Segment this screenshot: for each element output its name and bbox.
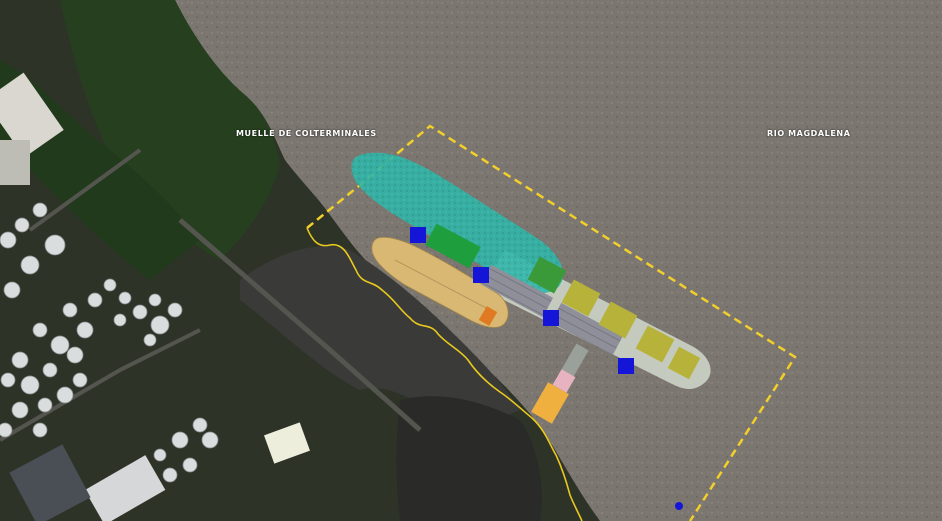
mooring-dolphin-icon <box>410 227 426 243</box>
warehouse-roof <box>0 140 30 185</box>
mooring-dolphin-icon <box>618 358 634 374</box>
storage-tank <box>201 431 219 449</box>
storage-tank <box>0 231 17 249</box>
storage-tank <box>87 292 103 308</box>
storage-tank <box>0 422 13 438</box>
storage-tank <box>62 302 78 318</box>
storage-tank <box>148 293 162 307</box>
storage-tank <box>150 315 170 335</box>
storage-tank <box>56 386 74 404</box>
storage-tank <box>162 467 178 483</box>
mooring-dolphin-icon <box>473 267 489 283</box>
storage-tank <box>3 281 21 299</box>
storage-tank <box>118 291 132 305</box>
storage-tank <box>0 372 16 388</box>
storage-tank <box>182 457 198 473</box>
storage-tank <box>11 351 29 369</box>
storage-tank <box>192 417 208 433</box>
storage-tank <box>113 313 127 327</box>
dock-label: MUELLE DE COLTERMINALES <box>236 129 377 138</box>
storage-tank <box>103 278 117 292</box>
storage-tank <box>32 422 48 438</box>
storage-tank <box>66 346 84 364</box>
storage-tank <box>50 335 70 355</box>
storage-tank <box>14 217 30 233</box>
storage-tank <box>171 431 189 449</box>
site-plan-canvas <box>0 0 942 521</box>
site-plan-map: MUELLE DE COLTERMINALES RIO MAGDALENA <box>0 0 942 521</box>
storage-tank <box>11 401 29 419</box>
storage-tank <box>143 333 157 347</box>
marker-dot <box>675 502 683 510</box>
storage-tank <box>37 397 53 413</box>
storage-tank <box>20 375 40 395</box>
storage-tank <box>42 362 58 378</box>
storage-tank <box>76 321 94 339</box>
storage-tank <box>132 304 148 320</box>
mooring-dolphin-icon <box>543 310 559 326</box>
storage-tank <box>32 202 48 218</box>
storage-tank <box>20 255 40 275</box>
storage-tank <box>44 234 66 256</box>
storage-tank <box>153 448 167 462</box>
storage-tank <box>72 372 88 388</box>
storage-tank <box>167 302 183 318</box>
river-label: RIO MAGDALENA <box>767 129 851 138</box>
storage-tank <box>32 322 48 338</box>
